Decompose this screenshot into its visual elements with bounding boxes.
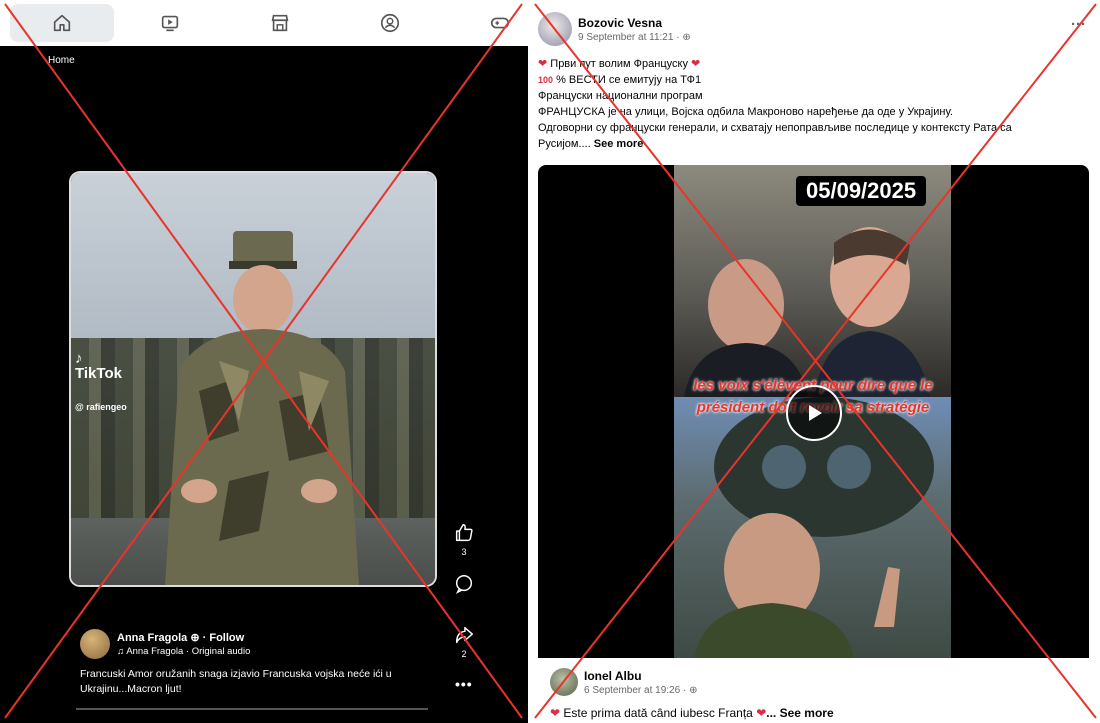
post-line: ФРАНЦУСКА је на улици, Војска одбила Мак…	[538, 106, 953, 118]
post-line: Француски национални програм	[538, 90, 703, 102]
nav-tab-video[interactable]	[118, 4, 222, 42]
post-video[interactable]: 05/09/2025 les voix s'élèvent pour dire …	[538, 165, 1089, 658]
hundred-emoji-icon: 100	[538, 75, 554, 85]
comment-timestamp[interactable]: 6 September at 19:26 ·	[584, 685, 689, 696]
breadcrumb[interactable]: Home	[48, 55, 75, 66]
comment-header: Ionel Albu 6 September at 19:26 · ⊕	[550, 668, 697, 696]
poster-name[interactable]: Bozovic Vesna	[578, 16, 691, 30]
top-navigation-bar	[0, 0, 528, 46]
more-options-button[interactable]: •••	[455, 676, 473, 692]
reel-viewer-panel: Home ♪ TikTok @ rafiengeo 3 2 Anna Frago…	[0, 0, 528, 723]
heart-icon: ❤	[538, 58, 548, 70]
thumbs-up-icon	[455, 524, 473, 542]
post-line: Одговорни су француски генерали, и схват…	[538, 122, 1012, 134]
reel-video[interactable]: ♪ TikTok @ rafiengeo	[71, 173, 435, 585]
nav-tab-marketplace[interactable]	[228, 4, 332, 42]
home-icon	[53, 14, 71, 32]
nav-tab-gaming[interactable]	[448, 4, 528, 42]
heart-icon: ❤	[550, 706, 561, 720]
author-name[interactable]: Anna Fragola	[117, 632, 187, 644]
reel-author: Anna Fragola ⊕ · Follow ♫ Anna Fragola ·…	[80, 629, 250, 659]
nav-tab-home[interactable]	[10, 4, 114, 42]
avatar[interactable]	[538, 12, 572, 46]
music-note-icon: ♫	[117, 646, 125, 657]
audio-label[interactable]: Anna Fragola · Original audio	[126, 646, 250, 657]
avatar[interactable]	[80, 629, 110, 659]
groups-icon	[380, 13, 400, 33]
post-line: Први пут волим Француску	[550, 58, 688, 70]
video-date-badge: 05/09/2025	[796, 176, 927, 206]
marketplace-icon	[271, 14, 289, 32]
follow-link[interactable]: · Follow	[203, 632, 245, 644]
commenter-name[interactable]: Ionel Albu	[584, 669, 697, 683]
share-button[interactable]: 2	[450, 624, 478, 659]
reel-caption: Francuski Amor oružanih snaga izjavio Fr…	[80, 668, 392, 695]
comment-icon	[455, 575, 473, 594]
tiktok-username: @ rafiengeo	[75, 402, 127, 412]
video-progress-bar[interactable]	[76, 708, 428, 710]
see-more-link[interactable]: ... See more	[766, 706, 833, 720]
tiktok-logo-text: TikTok	[75, 365, 122, 382]
comment-text: ❤ Este prima dată când iubesc Franța ❤..…	[550, 706, 834, 720]
comment-button[interactable]	[450, 573, 478, 598]
globe-icon: ⊕	[689, 684, 698, 696]
gaming-icon	[490, 17, 510, 29]
post-line: Русијом....	[538, 138, 591, 150]
like-count: 3	[461, 547, 467, 557]
play-icon	[809, 405, 822, 421]
comment-body: Este prima dată când iubesc Franța	[563, 706, 753, 720]
share-count: 2	[461, 649, 467, 659]
post-body: ❤ Први пут волим Француску ❤ 100 % ВЕСТИ…	[538, 56, 1088, 152]
globe-icon: ⊕	[190, 632, 200, 644]
share-icon	[455, 626, 473, 644]
tiktok-watermark: ♪ TikTok	[75, 351, 122, 381]
nav-tab-groups[interactable]	[338, 4, 442, 42]
video-icon	[161, 15, 179, 32]
play-button[interactable]	[786, 385, 842, 441]
facebook-post: Bozovic Vesna 9 September at 11:21 · ⊕ ·…	[528, 0, 1100, 723]
see-more-link[interactable]: See more	[594, 138, 644, 150]
officer-figure	[165, 231, 359, 585]
heart-icon: ❤	[756, 706, 767, 720]
like-button[interactable]: 3	[450, 522, 478, 557]
heart-icon: ❤	[691, 58, 701, 70]
post-header: Bozovic Vesna 9 September at 11:21 · ⊕	[538, 12, 691, 46]
post-options-button[interactable]: ···	[1071, 16, 1086, 33]
post-line: % ВЕСТИ се емитују на ТФ1	[556, 74, 702, 86]
globe-icon: ⊕	[682, 31, 691, 43]
avatar[interactable]	[550, 668, 578, 696]
post-timestamp[interactable]: 9 September at 11:21 ·	[578, 32, 682, 43]
